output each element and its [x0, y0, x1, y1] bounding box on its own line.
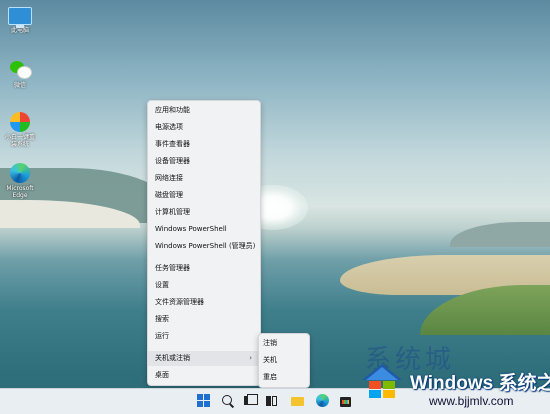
watermark-title: Windows 系统之家: [410, 373, 550, 394]
wallpaper-far-shore: [450, 222, 550, 247]
search-icon[interactable]: [221, 394, 235, 408]
watermark: 系统城 Windows 系统之家 www.bjjmlv.com: [355, 345, 550, 413]
submenu-item-sign-out[interactable]: 注销: [259, 336, 309, 351]
menu-item-desktop[interactable]: 桌面: [148, 368, 260, 383]
menu-item-event-viewer[interactable]: 事件查看器: [148, 137, 260, 152]
installer-icon: [10, 112, 30, 132]
menu-item-powershell[interactable]: Windows PowerShell: [148, 222, 260, 237]
watermark-url: www.bjjmlv.com: [429, 394, 514, 408]
menu-item-powershell-admin[interactable]: Windows PowerShell (管理员): [148, 239, 260, 254]
menu-item-power-options[interactable]: 电源选项: [148, 120, 260, 135]
menu-item-network[interactable]: 网络连接: [148, 171, 260, 186]
desktop-icon-label: 此电脑: [10, 27, 29, 34]
menu-item-device-manager[interactable]: 设备管理器: [148, 154, 260, 169]
desktop-icon-wechat[interactable]: 微信: [3, 58, 37, 89]
menu-item-apps-features[interactable]: 应用和功能: [148, 103, 260, 118]
file-explorer-icon[interactable]: [291, 394, 304, 408]
widgets-icon[interactable]: [265, 394, 279, 408]
desktop-icon-label: 小白一键重装系统: [4, 134, 35, 148]
menu-item-run[interactable]: 运行: [148, 329, 260, 344]
desktop-icon-label: 微信: [13, 82, 26, 89]
menu-item-label: 关机或注销: [155, 354, 190, 362]
wechat-icon: [8, 58, 32, 80]
start-icon[interactable]: [197, 394, 210, 407]
windows-house-logo-icon: [362, 364, 402, 398]
submenu-item-restart[interactable]: 重启: [259, 370, 309, 385]
menu-item-task-manager[interactable]: 任务管理器: [148, 261, 260, 276]
task-view-icon[interactable]: [243, 394, 258, 408]
menu-item-shutdown-signout[interactable]: 关机或注销 ›: [148, 351, 260, 366]
submenu-item-shut-down[interactable]: 关机: [259, 353, 309, 368]
menu-item-settings[interactable]: 设置: [148, 278, 260, 293]
menu-item-computer-management[interactable]: 计算机管理: [148, 205, 260, 220]
desktop-icon-label: Microsoft Edge: [6, 185, 34, 199]
this-pc-icon: [8, 7, 32, 28]
desktop-icon-edge[interactable]: Microsoft Edge: [3, 163, 37, 199]
menu-item-disk-management[interactable]: 磁盘管理: [148, 188, 260, 203]
edge-icon: [10, 163, 30, 183]
winx-context-menu: 应用和功能 电源选项 事件查看器 设备管理器 网络连接 磁盘管理 计算机管理 W…: [147, 100, 261, 386]
shutdown-submenu: 注销 关机 重启: [258, 333, 310, 388]
menu-item-search[interactable]: 搜索: [148, 312, 260, 327]
menu-item-file-explorer[interactable]: 文件资源管理器: [148, 295, 260, 310]
desktop-icon-installer[interactable]: 小白一键重装系统: [3, 112, 37, 148]
chevron-right-icon: ›: [249, 354, 252, 362]
edge-icon[interactable]: [316, 394, 329, 407]
store-icon[interactable]: [339, 394, 353, 408]
desktop-icon-this-pc[interactable]: 此电脑: [3, 4, 37, 34]
